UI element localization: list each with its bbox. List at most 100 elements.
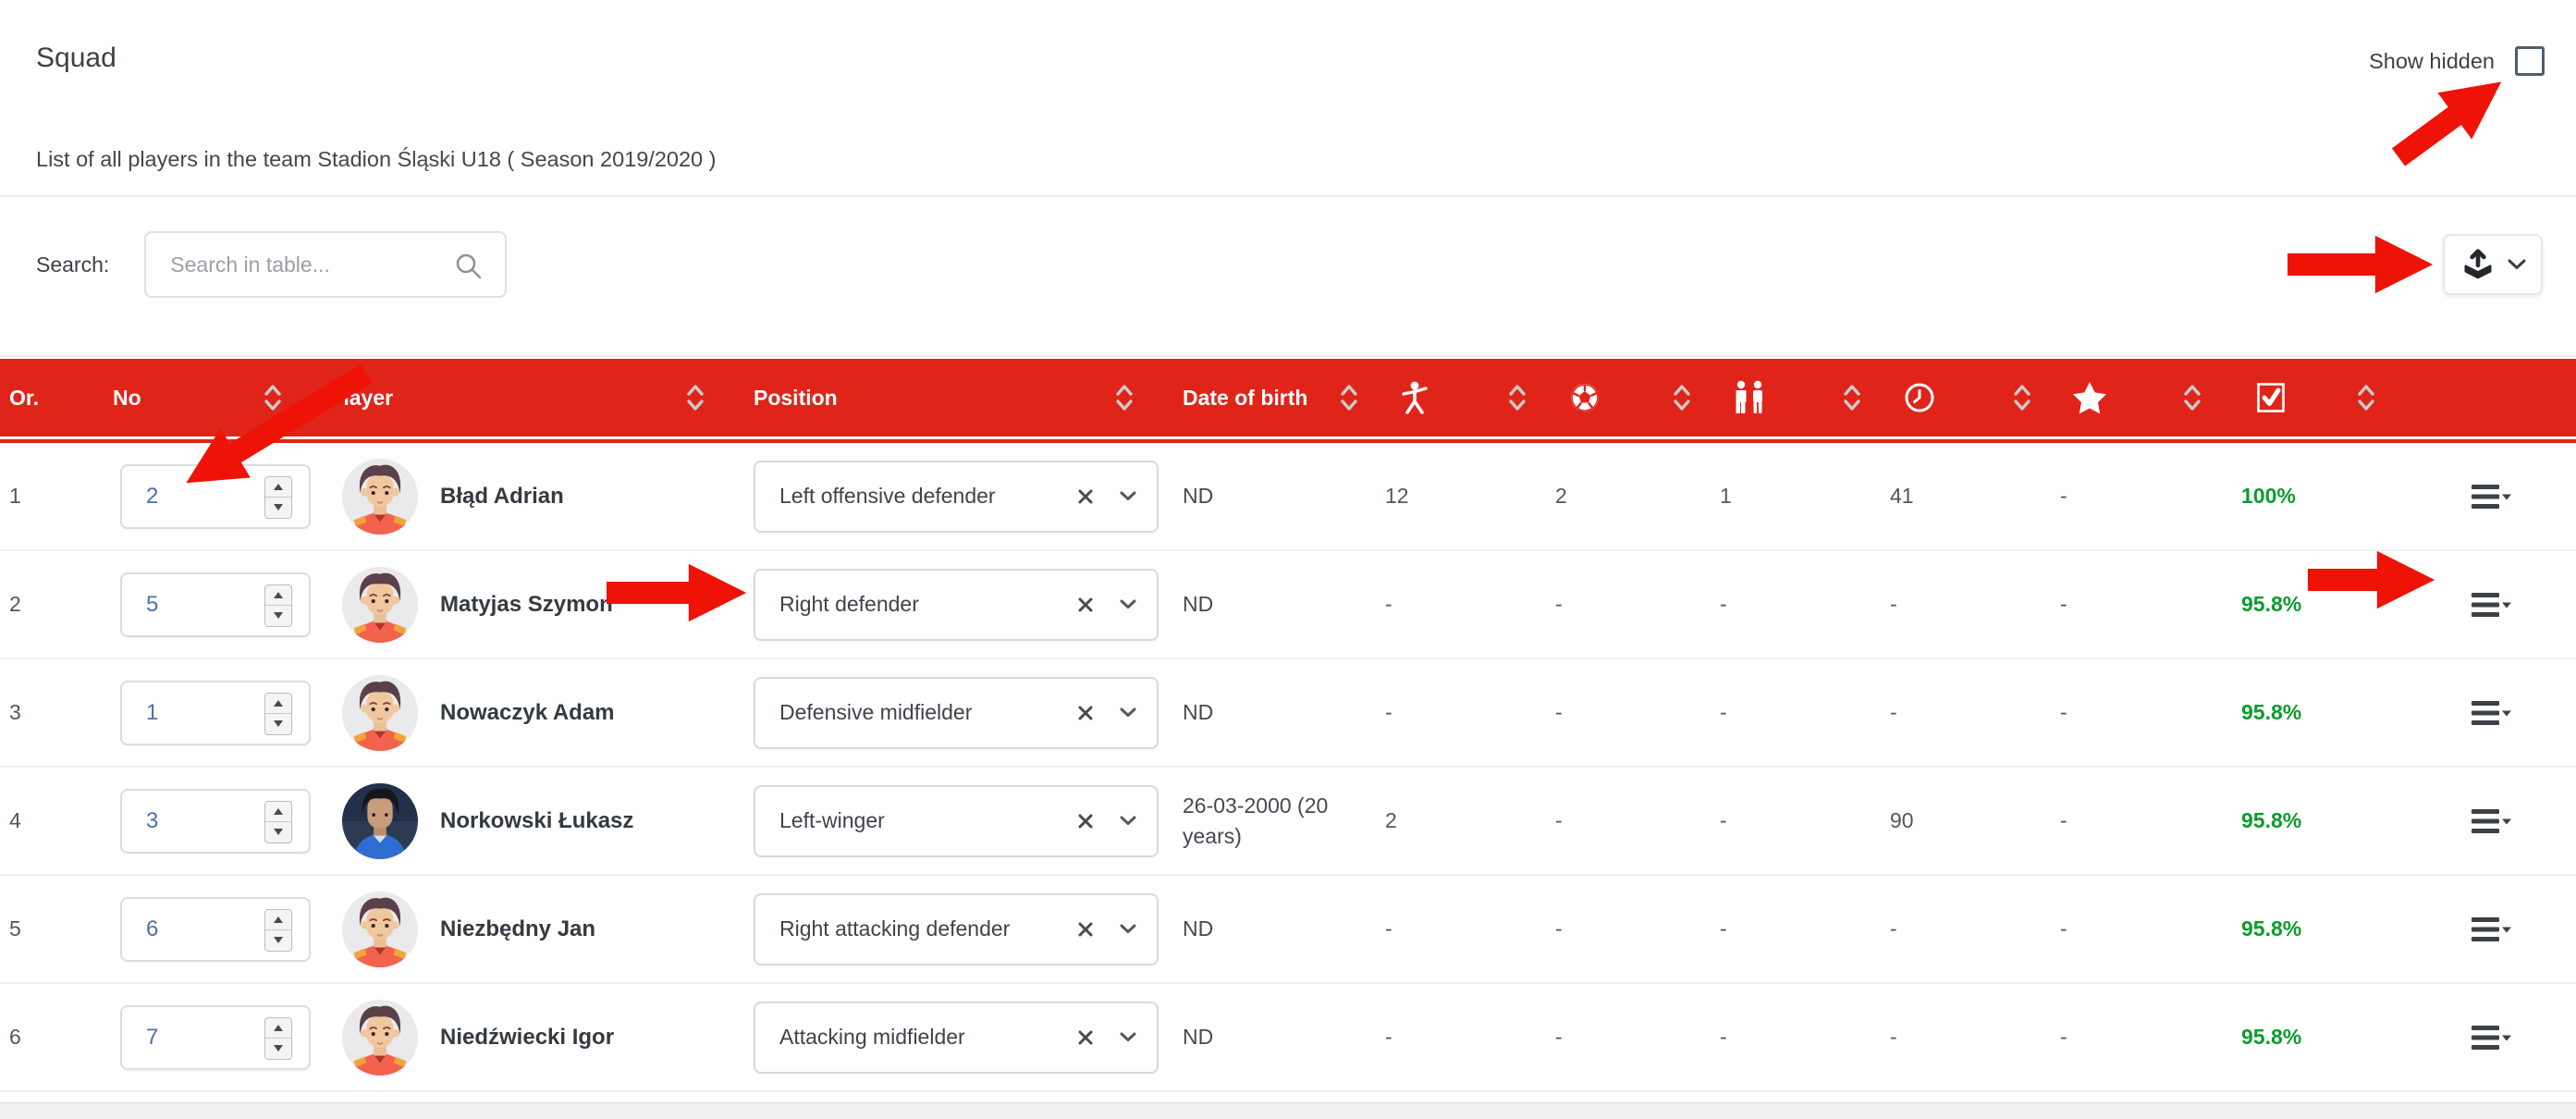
goals-cell: - — [1555, 700, 1563, 724]
sort-icon — [2012, 382, 2032, 413]
number-spinner[interactable] — [264, 801, 292, 843]
row-menu-button[interactable] — [2472, 916, 2512, 943]
assists-cell: - — [1720, 808, 1727, 832]
show-hidden-checkbox[interactable] — [2515, 46, 2545, 76]
position-select[interactable]: Right defender — [754, 569, 1159, 641]
position-select[interactable]: Right attacking defender — [754, 893, 1159, 965]
shirt-number-value: 1 — [122, 700, 158, 726]
row-menu-button[interactable] — [2472, 483, 2512, 510]
actions-cell — [2408, 1024, 2576, 1051]
shirt-number-input[interactable]: 2 — [120, 464, 311, 529]
header-cell-appearances[interactable] — [1378, 380, 1548, 415]
search-box — [144, 231, 507, 298]
chevron-down-icon[interactable] — [1120, 707, 1136, 718]
header-cell-position[interactable]: Position — [733, 382, 1160, 413]
menu-bars-icon — [2472, 591, 2512, 619]
sort-icon — [263, 382, 283, 413]
header-cell-rating[interactable] — [2053, 381, 2223, 414]
row-menu-button[interactable] — [2472, 1024, 2512, 1051]
assists-cell: - — [1720, 916, 1727, 941]
clear-icon[interactable] — [1077, 813, 1094, 830]
spinner-up-button[interactable] — [265, 694, 291, 715]
player-avatar — [342, 567, 418, 643]
row-menu-button[interactable] — [2472, 699, 2512, 727]
number-cell: 5 — [102, 572, 322, 637]
position-select-value: Right attacking defender — [755, 916, 1077, 941]
spinner-down-button[interactable] — [265, 606, 291, 626]
chevron-down-icon[interactable] — [1120, 491, 1136, 501]
section-divider — [0, 355, 2576, 357]
spinner-down-button[interactable] — [265, 822, 291, 842]
goals-cell: - — [1555, 808, 1563, 832]
header-cell-number[interactable]: No — [102, 382, 322, 413]
header-cell-order: Or. — [0, 386, 102, 411]
position-select[interactable]: Defensive midfielder — [754, 677, 1159, 749]
number-spinner[interactable] — [264, 909, 292, 952]
appearances-cell: 12 — [1385, 484, 1409, 508]
position-select[interactable]: Attacking midfielder — [754, 1002, 1159, 1074]
minutes-cell: - — [1890, 916, 1897, 941]
header-cell-date-of-birth[interactable]: Date of birth — [1160, 382, 1378, 413]
clear-icon[interactable] — [1077, 596, 1094, 613]
header-cell-goals[interactable] — [1548, 381, 1712, 414]
shirt-number-input[interactable]: 3 — [120, 789, 311, 854]
chevron-down-icon[interactable] — [1120, 599, 1136, 609]
attendance-cell: 95.8% — [2241, 808, 2301, 832]
sort-icon — [1114, 382, 1135, 413]
number-spinner[interactable] — [264, 476, 292, 519]
clear-icon[interactable] — [1077, 705, 1094, 721]
attendance-cell: 95.8% — [2241, 700, 2301, 724]
spinner-down-button[interactable] — [265, 1039, 291, 1059]
minutes-cell: 90 — [1890, 808, 1914, 832]
clear-icon[interactable] — [1077, 488, 1094, 505]
position-select-value: Right defender — [755, 592, 1077, 617]
menu-bars-icon — [2472, 916, 2512, 943]
goals-cell: 2 — [1555, 484, 1567, 508]
spinner-up-button[interactable] — [265, 585, 291, 607]
spinner-down-button[interactable] — [265, 714, 291, 734]
spinner-down-button[interactable] — [265, 930, 291, 951]
header-cell-attendance[interactable] — [2223, 380, 2408, 415]
header-cell-minutes[interactable] — [1883, 381, 2053, 414]
spinner-up-button[interactable] — [265, 477, 291, 498]
shirt-number-input[interactable]: 5 — [120, 572, 311, 637]
export-button[interactable] — [2443, 234, 2543, 295]
position-select-value: Left offensive defender — [755, 484, 1077, 509]
spinner-up-button[interactable] — [265, 1018, 291, 1039]
sort-icon — [2356, 382, 2376, 413]
player-name: Niedźwiecki Igor — [440, 1025, 614, 1051]
header-cell-player[interactable]: Player — [322, 382, 733, 413]
position-select[interactable]: Left offensive defender — [754, 461, 1159, 533]
clear-icon[interactable] — [1077, 1029, 1094, 1046]
position-select-value: Left-winger — [755, 808, 1077, 833]
shirt-number-input[interactable]: 6 — [120, 897, 311, 962]
shirt-number-input[interactable]: 7 — [120, 1005, 311, 1070]
show-hidden-control: Show hidden — [2369, 46, 2545, 76]
position-select[interactable]: Left-winger — [754, 785, 1159, 857]
number-spinner[interactable] — [264, 693, 292, 735]
appearances-cell: 2 — [1385, 808, 1397, 832]
player-avatar — [342, 459, 418, 535]
player-cell: Niedźwiecki Igor — [322, 1000, 733, 1076]
actions-cell — [2408, 699, 2576, 727]
position-cell: Defensive midfielder — [733, 677, 1160, 749]
spinner-up-button[interactable] — [265, 802, 291, 823]
minutes-cell: 41 — [1890, 484, 1914, 508]
assists-cell: 1 — [1720, 484, 1732, 508]
clear-icon[interactable] — [1077, 921, 1094, 938]
actions-cell — [2408, 807, 2576, 835]
spinner-up-button[interactable] — [265, 910, 291, 931]
header-cell-assists[interactable] — [1712, 380, 1883, 415]
chevron-down-icon[interactable] — [1120, 816, 1136, 826]
number-spinner[interactable] — [264, 1017, 292, 1060]
chevron-down-icon[interactable] — [1120, 924, 1136, 934]
shirt-number-input[interactable]: 1 — [120, 681, 311, 745]
spinner-down-button[interactable] — [265, 498, 291, 518]
row-menu-button[interactable] — [2472, 807, 2512, 835]
row-menu-button[interactable] — [2472, 591, 2512, 619]
chevron-down-icon[interactable] — [1120, 1032, 1136, 1042]
search-input[interactable] — [146, 233, 505, 296]
position-cell: Right attacking defender — [733, 893, 1160, 965]
player-cell: Matyjas Szymon — [322, 567, 733, 643]
number-spinner[interactable] — [264, 584, 292, 627]
